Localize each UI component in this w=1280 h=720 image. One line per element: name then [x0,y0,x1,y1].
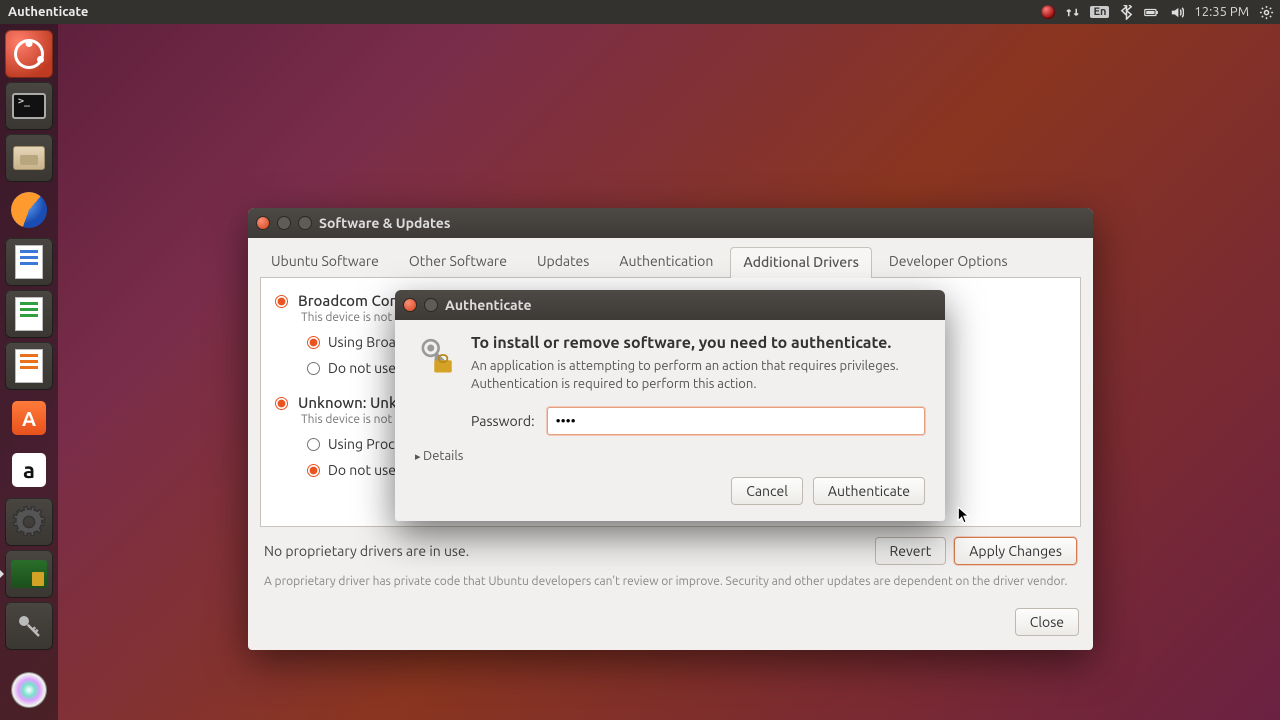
dialog-message: An application is attempting to perform … [471,358,925,393]
password-label: Password: [471,413,535,429]
lock-icon [415,334,457,393]
top-panel: Authenticate En 12:35 PM [0,0,1280,24]
record-indicator-icon[interactable] [1041,5,1055,19]
close-button[interactable]: Close [1015,608,1079,636]
panel-title: Authenticate [0,5,88,19]
window-maximize-icon[interactable] [298,216,312,230]
authenticate-button[interactable]: Authenticate [813,477,925,505]
window-titlebar[interactable]: Software & Updates [248,208,1093,238]
launcher-drivers[interactable] [5,550,53,598]
device-radio[interactable] [275,295,288,308]
window-title: Software & Updates [319,215,450,231]
network-icon[interactable] [1065,5,1080,20]
authenticate-dialog: Authenticate To install or remove softwa… [395,290,945,521]
device-radio[interactable] [275,397,288,410]
clock[interactable]: 12:35 PM [1194,5,1249,19]
tab-updates[interactable]: Updates [524,246,602,277]
window-minimize-icon[interactable] [277,216,291,230]
cancel-button[interactable]: Cancel [731,477,803,505]
launcher-settings[interactable] [5,498,53,546]
launcher-writer[interactable] [5,238,53,286]
status-row: No proprietary drivers are in use. Rever… [248,527,1093,575]
launcher-disc[interactable] [5,666,53,714]
battery-icon[interactable] [1144,5,1159,20]
tab-authentication[interactable]: Authentication [606,246,726,277]
dialog-heading: To install or remove software, you need … [471,334,925,352]
status-text: No proprietary drivers are in use. [264,543,469,559]
window-close-icon[interactable] [256,216,270,230]
proprietary-note: A proprietary driver has private code th… [248,575,1093,600]
keyboard-language-indicator[interactable]: En [1090,6,1109,18]
launcher-calc[interactable] [5,290,53,338]
apply-changes-button[interactable]: Apply Changes [954,537,1077,565]
device-title: Broadcom Cor [298,292,396,309]
launcher-impress[interactable] [5,342,53,390]
launcher-firefox[interactable] [5,186,53,234]
system-tray: En 12:35 PM [1041,5,1280,20]
launcher-files[interactable] [5,134,53,182]
dialog-close-icon[interactable] [403,298,417,312]
tabs: Ubuntu Software Other Software Updates A… [248,238,1093,277]
launcher-amazon[interactable]: a [5,446,53,494]
tab-developer-options[interactable]: Developer Options [876,246,1021,277]
details-expander[interactable]: Details [415,449,925,463]
dialog-minimize-icon[interactable] [424,298,438,312]
dialog-titlebar[interactable]: Authenticate [395,290,945,320]
launcher-terminal[interactable] [5,82,53,130]
device-title: Unknown: Unk [298,394,397,411]
cursor-icon [956,506,974,528]
sound-icon[interactable] [1169,5,1184,20]
launcher-passwords[interactable] [5,602,53,650]
tab-ubuntu-software[interactable]: Ubuntu Software [258,246,392,277]
tab-other-software[interactable]: Other Software [396,246,520,277]
tab-additional-drivers[interactable]: Additional Drivers [730,247,872,278]
password-input[interactable] [547,407,925,435]
revert-button[interactable]: Revert [875,537,947,565]
launcher: A a [0,24,58,720]
launcher-software[interactable]: A [5,394,53,442]
launcher-dash[interactable] [5,30,53,78]
bluetooth-icon[interactable] [1119,5,1134,20]
gear-icon[interactable] [1259,5,1274,20]
dialog-title: Authenticate [445,297,532,313]
